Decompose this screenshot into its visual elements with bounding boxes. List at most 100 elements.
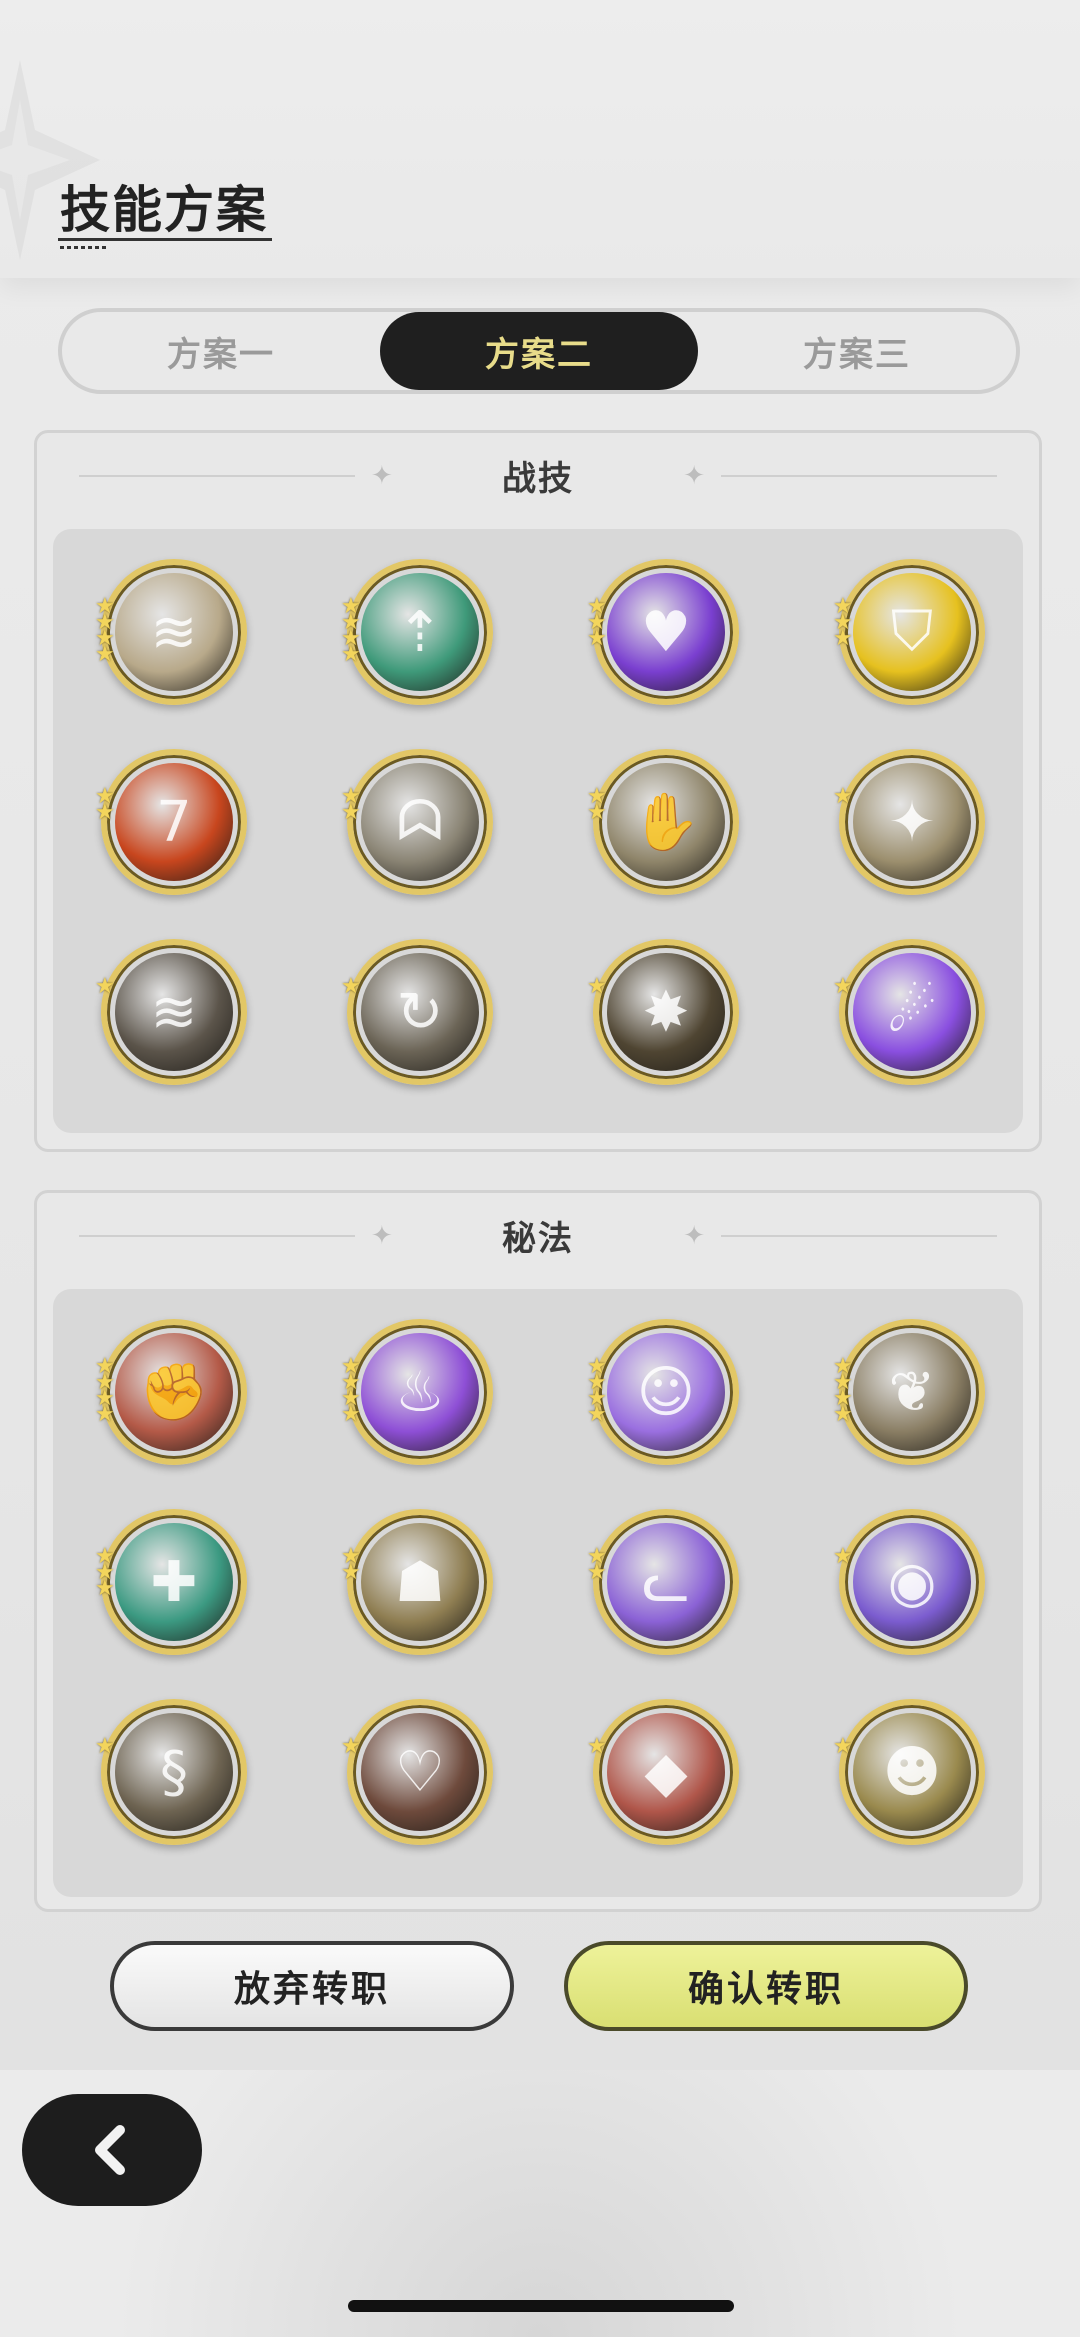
star-rating: ★ ★ ★ [587,596,607,651]
golden-spirit-icon: ☻ [853,1713,971,1831]
combat-skill-slot[interactable]: ⛉ ★ ★ ★ [833,559,985,705]
star-rating: ★ ★ ★ ★ [341,1356,361,1427]
star-rating: ★ ★ [95,786,115,824]
skill-glyph: ᓚ [642,1549,690,1615]
star-icon: ★ [341,1402,361,1427]
title-dots [60,246,108,249]
star-icon: ★ [95,1402,115,1427]
home-indicator [348,2300,734,2312]
skill-glyph: ☻ [882,1739,942,1805]
teal-heal-icon: ✚ [115,1523,233,1641]
sword-burst-icon: ✦ [853,763,971,881]
purple-orb-icon: ◉ [853,1523,971,1641]
secret-art-skill-slot[interactable]: § ★ [95,1699,247,1845]
skill-glyph: § [160,1739,188,1805]
secret-art-skill-slot[interactable]: ♡ ★ [341,1699,493,1845]
star-rating: ★ [341,976,361,998]
skill-glyph: ✦ [888,789,936,855]
skill-glyph: ❦ [888,1359,936,1425]
combat-skill-slot[interactable]: ᗣ ★ ★ [341,749,493,895]
secret-art-skill-slot[interactable]: ❦ ★ ★ ★ ★ [833,1319,985,1465]
star-rating: ★ [833,1544,853,1569]
fire-number-seven-icon: 7 [115,763,233,881]
star-rating: ★ ★ ★ ★ [833,1356,853,1427]
combat-skill-slot[interactable]: ≋ ★ ★ ★ ★ [95,559,247,705]
back-button[interactable] [22,2094,202,2206]
chevron-left-icon [95,2125,125,2175]
star-rating: ★ ★ [341,1546,361,1585]
skill-glyph: ◆ [644,1739,688,1805]
star-icon: ★ [833,1734,853,1759]
skill-glyph: ♥ [640,599,692,665]
secret-art-skill-slot[interactable]: ☗ ★ ★ [341,1509,493,1655]
secret-art-skill-slot[interactable]: ◆ ★ [587,1699,739,1845]
sparkle-icon: ✦ [683,461,705,491]
combat-skill-slot[interactable]: 7 ★ ★ [95,749,247,895]
tab-plan-2[interactable]: 方案二 [380,312,698,390]
secret-art-skill-slot[interactable]: ☺ ★ ★ ★ ★ [587,1319,739,1465]
beast-silhouette-icon: ᗣ [361,763,479,881]
serpent-icon: § [115,1713,233,1831]
combat-skill-slot[interactable]: ♥ ★ ★ ★ [587,559,739,705]
star-icon: ★ [341,1560,361,1585]
secret-arts-panel: ✦ 秘法 ✦ ✊ ★ ★ ★ ★ ♨ ★ ★ ★ ★ ☺ ★ ★ ★ ★ ❦ ★ ★ ★ ★ ✚ ★ ★ ★ ☗ ★ ★ ᓚ ★ ★ ◉ ★ §… [34,1190,1042,1912]
star-icon: ★ [833,784,853,809]
secret-art-skill-slot[interactable]: ☻ ★ [833,1699,985,1845]
combat-skill-slot[interactable]: ✋ ★ ★ [587,749,739,895]
combat-skill-slot[interactable]: ✦ ★ [833,749,985,895]
plan-tabs: 方案一 方案二 方案三 [58,308,1020,394]
maple-leaf-icon: ❦ [853,1333,971,1451]
skill-glyph: ᗣ [396,789,444,854]
star-icon: ★ [95,974,115,999]
confirm-job-change-button[interactable]: 确认转职 [564,1941,968,2031]
red-rock-icon: ◆ [607,1713,725,1831]
abandon-job-change-button[interactable]: 放弃转职 [110,1941,514,2031]
secret-art-skill-slot[interactable]: ◉ ★ [833,1509,985,1655]
star-rating: ★ ★ ★ ★ [95,596,115,666]
combat-skills-grid: ≋ ★ ★ ★ ★ ⇡ ★ ★ ★ ★ ♥ ★ ★ ★ ⛉ ★ ★ ★ 7 ★ ★ ᗣ ★ ★ ✋ ★ ★ ✦ ★ ≋ ★ ↻ ★ ✸ ★ ☄ ★ [53,529,1023,1133]
combat-skill-slot[interactable]: ✸ ★ [587,939,739,1085]
skill-glyph: ✚ [150,1549,198,1615]
heart-shield-icon: ♡ [361,1713,479,1831]
star-rating: ★ [95,1736,115,1758]
combat-skill-slot[interactable]: ☄ ★ [833,939,985,1085]
palm-strike-icon: ✋ [607,763,725,881]
star-rating: ★ [95,974,115,999]
skill-glyph: ≋ [150,979,198,1045]
combat-skill-slot[interactable]: ↻ ★ [341,939,493,1085]
combat-skill-slot[interactable]: ⇡ ★ ★ ★ ★ [341,559,493,705]
page-title: 技能方案 [60,181,268,239]
star-rating: ★ ★ [587,786,607,825]
star-icon: ★ [587,800,607,825]
purple-heart-icon: ♥ [607,573,725,691]
spiral-slash-icon: ↻ [361,953,479,1071]
star-icon: ★ [833,626,853,651]
star-icon: ★ [833,1402,853,1427]
star-icon: ★ [587,1402,607,1427]
secret-art-skill-slot[interactable]: ✚ ★ ★ ★ [95,1509,247,1655]
skill-glyph: ⇡ [396,599,444,665]
skill-glyph: 7 [156,789,192,855]
secret-art-skill-slot[interactable]: ✊ ★ ★ ★ ★ [95,1319,247,1465]
skill-glyph: ✊ [139,1360,209,1425]
star-icon: ★ [341,642,361,667]
skill-glyph: ✋ [631,790,701,855]
divider-right [721,475,997,477]
secret-art-skill-slot[interactable]: ᓚ ★ ★ [587,1509,739,1655]
wind-slash-icon: ≋ [115,573,233,691]
skill-glyph: ✸ [642,979,690,1045]
red-fist-icon: ✊ [115,1333,233,1451]
star-icon: ★ [341,1734,361,1759]
skill-glyph: ☺ [636,1359,696,1425]
star-icon: ★ [833,1544,853,1569]
star-rating: ★ [341,1734,361,1759]
tab-plan-1[interactable]: 方案一 [62,312,380,390]
secret-art-skill-slot[interactable]: ♨ ★ ★ ★ ★ [341,1319,493,1465]
star-icon: ★ [587,626,607,651]
sparkle-icon: ✦ [683,1221,705,1251]
star-icon: ★ [95,1576,115,1601]
tab-plan-3[interactable]: 方案三 [698,312,1016,390]
green-arrows-up-icon: ⇡ [361,573,479,691]
combat-skill-slot[interactable]: ≋ ★ [95,939,247,1085]
skill-glyph: ≋ [150,599,198,665]
